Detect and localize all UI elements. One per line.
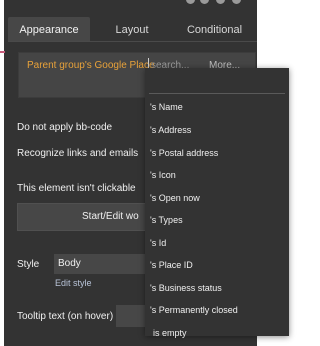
edge-marker	[0, 51, 5, 53]
tooltip-label: Tooltip text (on hover)	[17, 311, 114, 322]
dropdown-item-address[interactable]: 's Address	[150, 125, 191, 135]
expression-dropdown[interactable]: 's Name 's Address 's Postal address 's …	[145, 68, 289, 338]
tab-layout[interactable]: Layout	[94, 17, 170, 41]
clickable-option-label[interactable]: This element isn't clickable	[17, 183, 136, 194]
close-icon[interactable]	[232, 0, 241, 4]
dropdown-item-is-empty[interactable]: is empty	[153, 328, 187, 338]
edit-style-link[interactable]: Edit style	[55, 278, 92, 288]
style-select-value: Body	[58, 258, 81, 269]
tab-bar: Appearance Layout Conditional	[8, 17, 257, 41]
dropdown-item-place-id[interactable]: 's Place ID	[150, 260, 193, 270]
info-icon[interactable]	[200, 0, 209, 4]
tab-divider	[8, 41, 257, 42]
dropdown-item-name[interactable]: 's Name	[150, 102, 183, 112]
tab-appearance[interactable]: Appearance	[8, 17, 90, 41]
dropdown-item-id[interactable]: 's Id	[150, 238, 166, 248]
expression-chip[interactable]: Parent group's Google Place	[27, 60, 155, 71]
comment-icon[interactable]	[216, 0, 225, 4]
style-label: Style	[17, 259, 40, 270]
tab-conditional[interactable]: Conditional	[172, 17, 257, 41]
panel-topbar	[4, 0, 257, 14]
help-icon[interactable]	[186, 0, 195, 4]
dropdown-item-postal-address[interactable]: 's Postal address	[150, 148, 218, 158]
dropdown-item-business-status[interactable]: 's Business status	[150, 283, 222, 293]
dropdown-item-permanently-closed[interactable]: 's Permanently closed	[150, 305, 238, 315]
workflow-button-label: Start/Edit wo	[82, 211, 139, 222]
links-option-label[interactable]: Recognize links and emails	[17, 148, 138, 159]
dropdown-item-icon[interactable]: 's Icon	[150, 170, 176, 180]
bbcode-option-label[interactable]: Do not apply bb-code	[17, 122, 112, 133]
dropdown-item-open-now[interactable]: 's Open now	[150, 193, 200, 203]
dropdown-item-types[interactable]: 's Types	[150, 215, 183, 225]
dropdown-separator	[149, 93, 285, 94]
